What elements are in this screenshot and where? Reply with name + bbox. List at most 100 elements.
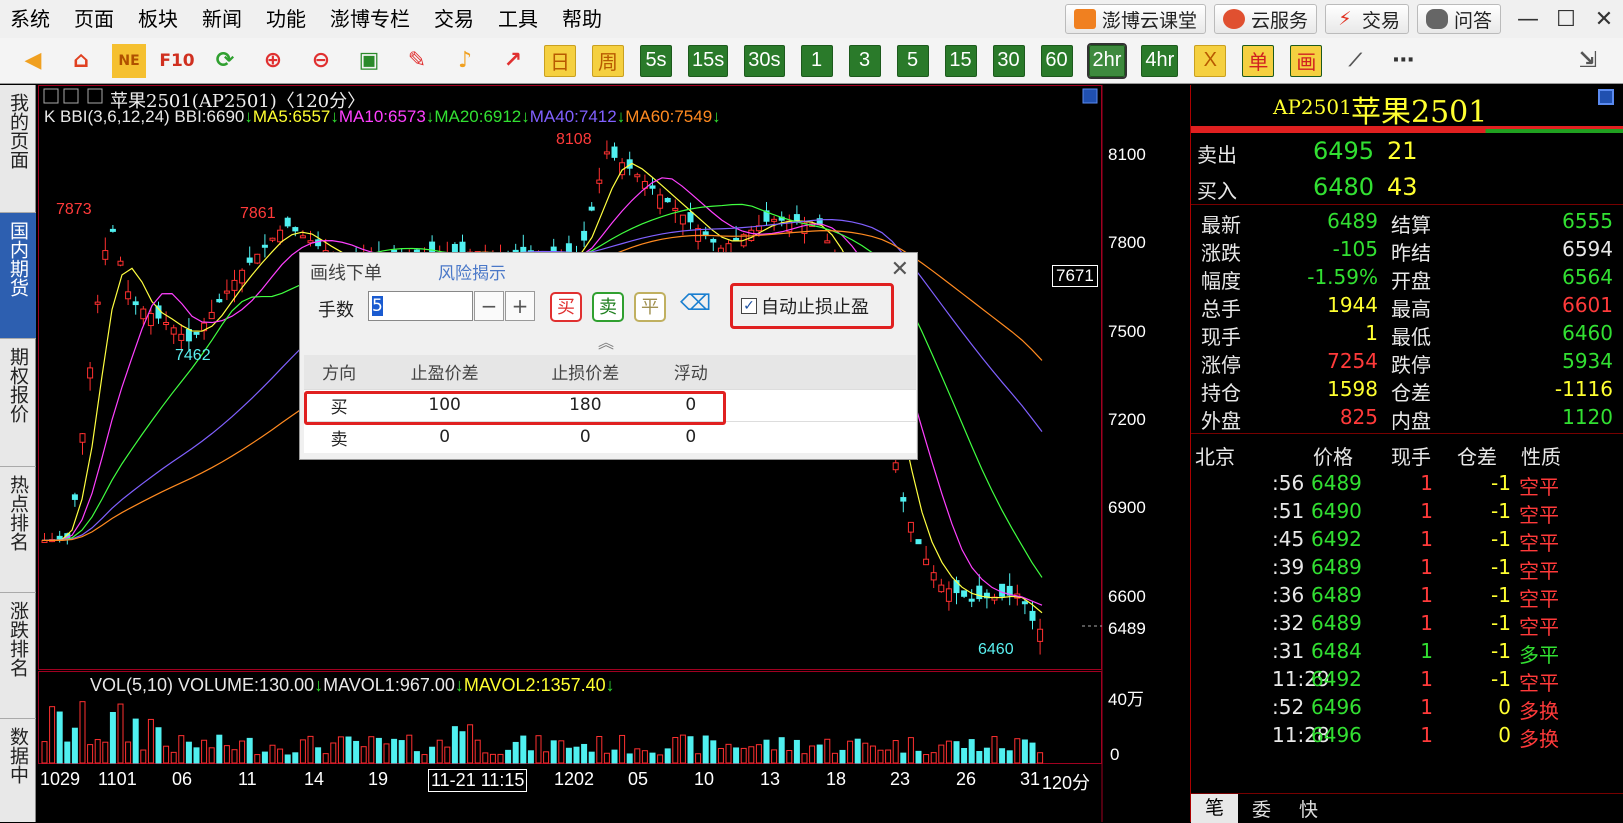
period-week[interactable]: 周 xyxy=(592,44,624,77)
volume-bar xyxy=(983,747,990,764)
volume-label: VOL(5,10) VOLUME:130.00 xyxy=(90,675,315,695)
cloud-class-button[interactable]: 澎博云课堂 xyxy=(1064,4,1206,34)
qty-decrement-button[interactable]: − xyxy=(474,291,504,321)
ma20-label: MA20:6912 xyxy=(434,107,522,126)
period-day[interactable]: 日 xyxy=(544,44,576,77)
period-x[interactable]: X xyxy=(1194,44,1227,77)
row-stop-loss[interactable]: 0 xyxy=(514,420,656,453)
home-icon[interactable]: ⌂ xyxy=(64,44,98,78)
panel-toggle-icon[interactable] xyxy=(1598,89,1614,105)
volume-bar xyxy=(603,752,610,764)
trade-button[interactable]: ⚡ 交易 xyxy=(1324,4,1409,34)
menu-trade[interactable]: 交易 xyxy=(422,0,486,38)
tick-nature: 空平 xyxy=(1519,587,1559,611)
volume-bar xyxy=(71,727,78,764)
current-price-label: 6489 xyxy=(1108,619,1146,638)
candle-body xyxy=(710,238,717,243)
menu-function[interactable]: 功能 xyxy=(254,0,318,38)
sidebar-tab-options[interactable]: 期权报价 xyxy=(0,339,36,467)
nav-left-icon xyxy=(43,88,59,104)
period-5m[interactable]: 5 xyxy=(896,44,929,77)
sell-button[interactable]: 卖 xyxy=(592,292,624,322)
tick-time: :45 xyxy=(1272,527,1305,551)
zoom-in-icon[interactable]: ⊕ xyxy=(256,44,290,78)
qa-button[interactable]: 问答 xyxy=(1416,4,1501,34)
table-row[interactable]: 卖 0 0 0 xyxy=(304,420,916,453)
candle-body xyxy=(930,572,937,581)
qty-increment-button[interactable]: + xyxy=(505,291,535,321)
volume-bar xyxy=(763,739,770,764)
period-4hr[interactable]: 4hr xyxy=(1141,44,1179,77)
pen-icon[interactable]: ✎ xyxy=(400,44,434,78)
sidebar-tab-data[interactable]: 数据中 xyxy=(0,719,36,822)
period-3m[interactable]: 3 xyxy=(848,44,881,77)
row-float[interactable]: 0 xyxy=(655,420,726,453)
window-icon[interactable]: ▣ xyxy=(352,44,386,78)
period-30s[interactable]: 30s xyxy=(744,44,785,77)
menu-tools[interactable]: 工具 xyxy=(486,0,550,38)
trend-icon[interactable]: ↗ xyxy=(496,44,530,78)
volume-bar xyxy=(368,736,375,764)
x-tick: 14 xyxy=(304,769,325,789)
tick-volume: 1 xyxy=(1420,527,1433,551)
sidebar-tab-domestic-futures[interactable]: 国内期货 xyxy=(0,213,36,339)
flat-button[interactable]: 平 xyxy=(634,292,666,322)
refresh-icon[interactable]: ⟳ xyxy=(208,44,242,78)
line-tool-icon[interactable]: ⟋ xyxy=(1338,44,1372,78)
row-take-profit[interactable]: 0 xyxy=(374,420,515,453)
sidebar-tab-change-rank[interactable]: 涨跌排名 xyxy=(0,593,36,719)
column-header-empty xyxy=(726,355,916,389)
eraser-icon[interactable]: ⌫ xyxy=(680,291,711,316)
menu-help[interactable]: 帮助 xyxy=(550,0,614,38)
volume-bar xyxy=(117,703,124,764)
menu-page[interactable]: 页面 xyxy=(62,0,126,38)
tick-nature: 空平 xyxy=(1519,503,1559,527)
maximize-icon[interactable]: ☐ xyxy=(1547,0,1585,38)
volume-bar xyxy=(41,741,48,764)
candle-body xyxy=(679,214,686,225)
close-icon[interactable]: ✕ xyxy=(891,257,909,282)
back-arrow-icon[interactable]: ◀ xyxy=(16,44,50,78)
volume-bar xyxy=(360,746,367,764)
minimize-icon[interactable]: — xyxy=(1509,0,1547,38)
divider xyxy=(1191,204,1623,205)
menu-column[interactable]: 澎博专栏 xyxy=(318,0,422,38)
volume-bar xyxy=(155,727,162,764)
qty-label: 手数 xyxy=(318,300,354,321)
order-button[interactable]: 单 xyxy=(1242,44,1275,77)
export-icon[interactable]: ⇲ xyxy=(1571,44,1605,78)
candle-body xyxy=(611,146,618,158)
candle-body xyxy=(771,218,778,222)
auto-stop-checkbox[interactable]: ✓ 自动止损止盈 xyxy=(730,283,894,329)
zoom-out-icon[interactable]: ⊖ xyxy=(304,44,338,78)
draw-button[interactable]: 画 xyxy=(1290,44,1323,77)
period-2hr[interactable]: 2hr xyxy=(1086,42,1128,79)
qty-input[interactable]: 5 xyxy=(368,291,473,321)
menu-news[interactable]: 新闻 xyxy=(190,0,254,38)
period-5s[interactable]: 5s xyxy=(640,44,672,77)
f10-icon[interactable]: F10 xyxy=(159,44,194,78)
period-15m[interactable]: 15 xyxy=(944,44,977,77)
close-icon[interactable]: ✕ xyxy=(1585,0,1623,38)
sidebar-tab-hot-rank[interactable]: 热点排名 xyxy=(0,467,36,593)
sidebar-tab-my-page[interactable]: 我的页面 xyxy=(0,85,36,213)
more-icon[interactable]: ⋯ xyxy=(1386,44,1420,78)
cloud-service-button[interactable]: 云服务 xyxy=(1213,4,1317,34)
menu-sector[interactable]: 板块 xyxy=(126,0,190,38)
volume-bar xyxy=(87,744,94,764)
buy-button[interactable]: 买 xyxy=(550,292,582,322)
notes-icon[interactable]: NE xyxy=(112,43,146,78)
menu-system[interactable]: 系统 xyxy=(0,0,62,38)
volume-bar xyxy=(596,736,603,764)
period-30m[interactable]: 30 xyxy=(992,44,1025,77)
tab-orders[interactable]: 委 xyxy=(1238,795,1285,822)
tab-trades[interactable]: 笔 xyxy=(1191,793,1239,823)
bell-icon[interactable]: ♪ xyxy=(448,44,482,78)
period-60m[interactable]: 60 xyxy=(1040,44,1073,77)
period-15s[interactable]: 15s xyxy=(688,44,729,77)
tab-fast[interactable]: 快 xyxy=(1285,795,1332,822)
tick-time: :31 xyxy=(1272,639,1305,663)
period-1m[interactable]: 1 xyxy=(800,44,833,77)
risk-disclosure-link[interactable]: 风险揭示 xyxy=(438,259,506,284)
collapse-chevron-icon[interactable]: ︽ xyxy=(598,329,614,353)
